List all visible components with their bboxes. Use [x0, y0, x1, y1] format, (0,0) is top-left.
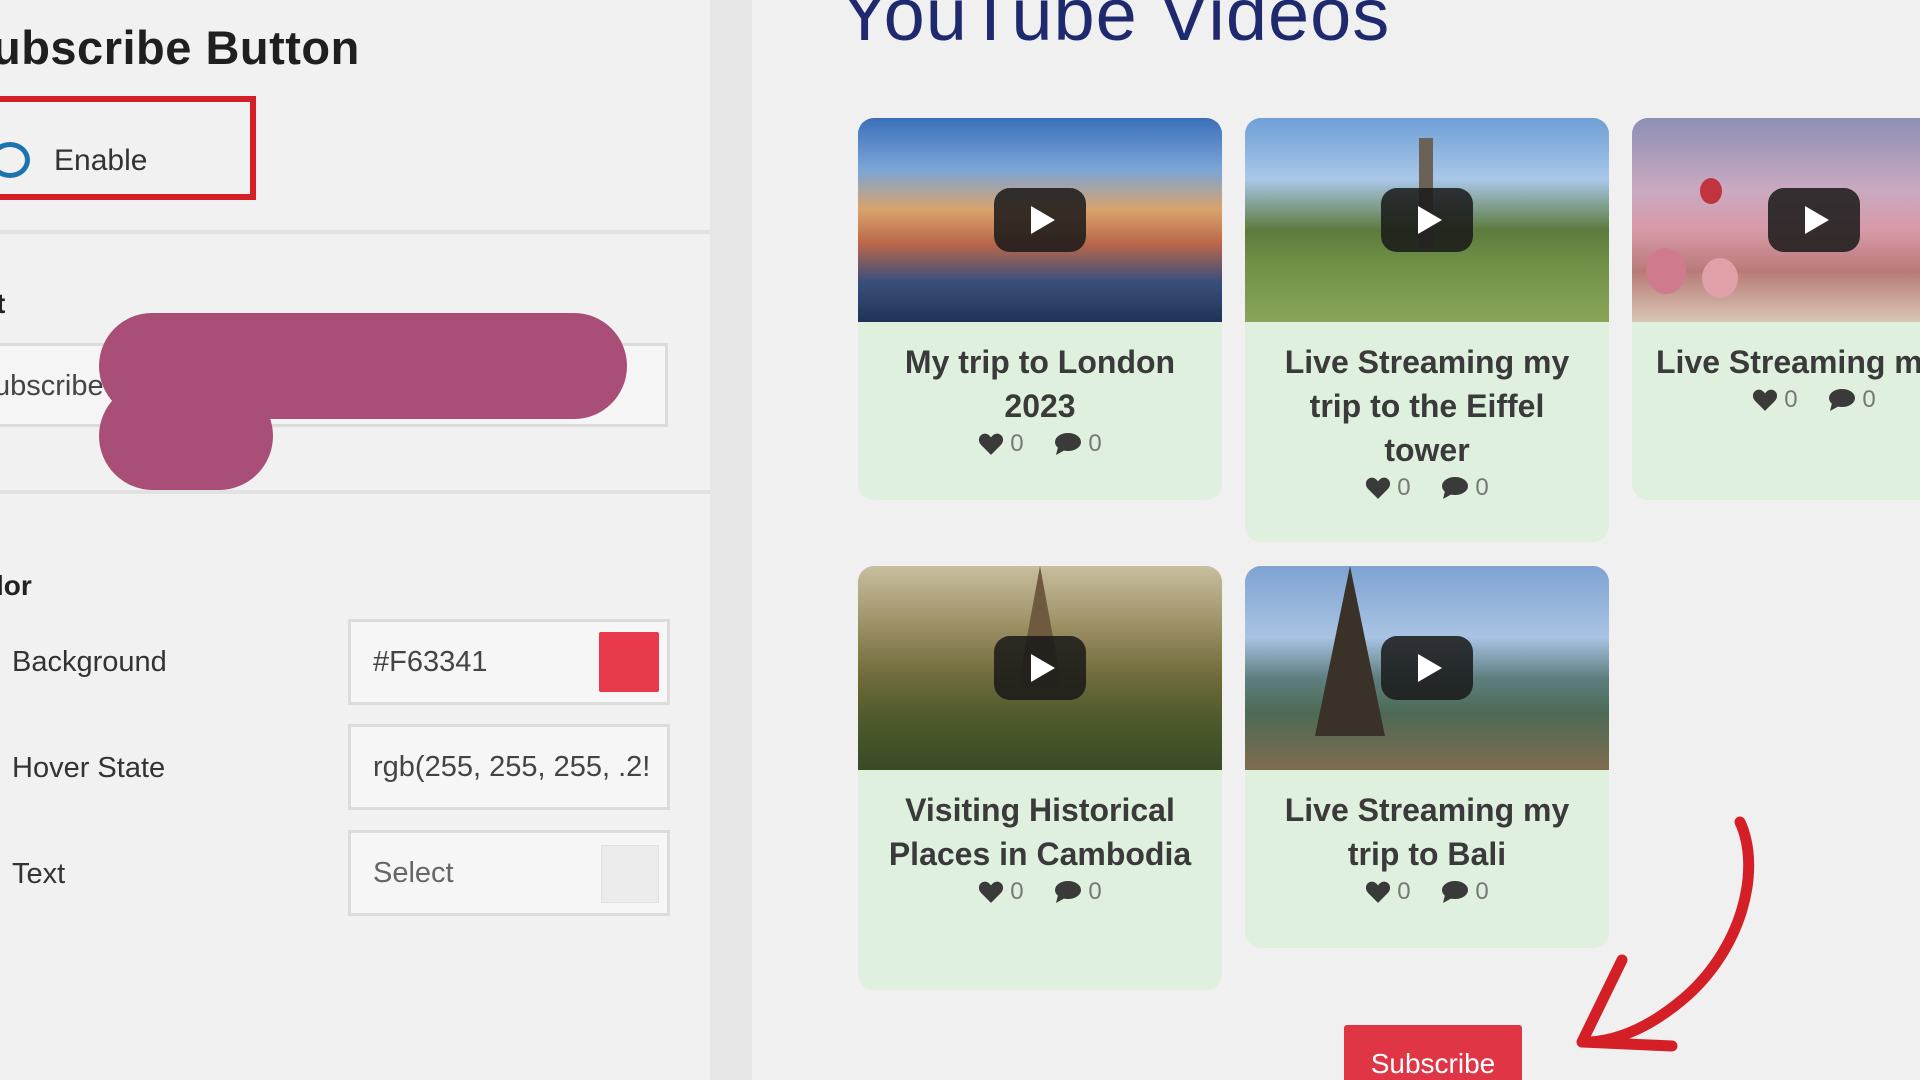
preview-area: YouTube Videos My trip to London 2023 0 …: [752, 0, 1920, 1080]
video-title[interactable]: Live Streaming my trip to the Eiffel tow…: [1245, 322, 1609, 472]
color-swatch[interactable]: [599, 632, 659, 692]
comments: 0: [1441, 474, 1489, 502]
play-icon[interactable]: [994, 188, 1086, 252]
comment-icon: [1442, 881, 1469, 903]
likes-count: 0: [1397, 878, 1411, 905]
comment-icon: [1442, 477, 1469, 499]
likes: 0: [978, 878, 1024, 906]
background-color-field[interactable]: #F63341: [348, 619, 670, 705]
comments: 0: [1441, 878, 1489, 906]
balloon-shape: [1700, 178, 1722, 204]
video-stats: 0 0: [858, 876, 1222, 911]
section-title: ubscribe Button: [0, 21, 360, 74]
video-thumbnail[interactable]: [1632, 118, 1920, 322]
comment-icon: [1055, 881, 1082, 903]
play-icon[interactable]: [1768, 188, 1860, 252]
arrow-annotation-icon: [1576, 816, 1755, 1052]
text-color-field[interactable]: Select: [348, 830, 670, 916]
heart-icon: [1753, 389, 1778, 411]
likes: 0: [1752, 386, 1798, 414]
comments-count: 0: [1088, 430, 1102, 457]
video-title[interactable]: Live Streaming my trip to Bali: [1245, 770, 1609, 876]
video-thumbnail[interactable]: [1245, 118, 1609, 322]
video-thumbnail[interactable]: [858, 566, 1222, 770]
heart-icon: [1366, 881, 1391, 903]
color-section-label: lor: [0, 570, 32, 601]
video-card[interactable]: Live Streaming my trip to Bali 0 0: [1245, 566, 1609, 948]
video-stats: 0 0: [1245, 472, 1609, 507]
pagoda-shape: [1315, 566, 1385, 736]
text-color-label: Text: [12, 858, 66, 890]
enable-label: Enable: [54, 144, 148, 177]
divider: [0, 230, 710, 234]
panel-divider: [710, 0, 752, 1080]
redaction-mark: [99, 382, 273, 490]
play-icon[interactable]: [994, 636, 1086, 700]
likes: 0: [1365, 474, 1411, 502]
video-thumbnail[interactable]: [1245, 566, 1609, 770]
comments-count: 0: [1475, 878, 1489, 905]
likes-count: 0: [1010, 430, 1024, 457]
subscribe-button[interactable]: Subscribe: [1344, 1025, 1522, 1080]
likes: 0: [978, 430, 1024, 458]
divider: [0, 490, 710, 494]
likes-count: 0: [1010, 878, 1024, 905]
preview-title: YouTube Videos: [840, 0, 1391, 56]
color-swatch[interactable]: [601, 845, 659, 903]
background-color-value: #F63341: [373, 646, 488, 678]
comments-count: 0: [1088, 878, 1102, 905]
video-card[interactable]: Live Streaming my trip to the Eiffel tow…: [1245, 118, 1609, 542]
play-icon[interactable]: [1381, 188, 1473, 252]
likes-count: 0: [1397, 474, 1411, 501]
comments: 0: [1054, 878, 1102, 906]
video-stats: 0 0: [858, 428, 1222, 463]
video-title[interactable]: My trip to London 2023: [858, 322, 1222, 428]
video-card[interactable]: Live Streaming my visit to Turke 0 0: [1632, 118, 1920, 500]
video-title[interactable]: Live Streaming my visit to Turke: [1632, 322, 1920, 384]
comments-count: 0: [1475, 474, 1489, 501]
comment-icon: [1055, 433, 1082, 455]
video-title[interactable]: Visiting Historical Places in Cambodia: [858, 770, 1222, 876]
comments: 0: [1828, 386, 1876, 414]
video-stats: 0 0: [1632, 384, 1920, 419]
comment-icon: [1829, 389, 1856, 411]
comments-count: 0: [1862, 386, 1876, 413]
text-color-value: Select: [373, 857, 454, 889]
background-label: Background: [12, 646, 167, 678]
hover-color-field[interactable]: rgb(255, 255, 255, .2!: [348, 724, 670, 810]
balloon-shape: [1702, 258, 1738, 298]
video-stats: 0 0: [1245, 876, 1609, 911]
button-text-value: ubscribe: [0, 370, 104, 402]
hover-color-value: rgb(255, 255, 255, .2!: [373, 751, 651, 783]
video-thumbnail[interactable]: [858, 118, 1222, 322]
heart-icon: [979, 881, 1004, 903]
hover-state-label: Hover State: [12, 752, 166, 784]
video-card[interactable]: My trip to London 2023 0 0: [858, 118, 1222, 500]
play-icon[interactable]: [1381, 636, 1473, 700]
text-section-label: t: [0, 288, 6, 319]
comments: 0: [1054, 430, 1102, 458]
heart-icon: [1366, 477, 1391, 499]
balloon-shape: [1646, 248, 1686, 294]
heart-icon: [979, 433, 1004, 455]
video-card[interactable]: Visiting Historical Places in Cambodia 0…: [858, 566, 1222, 990]
settings-panel: ubscribe Button Enable t ubscribe lor Ba…: [0, 0, 710, 1080]
likes-count: 0: [1784, 386, 1798, 413]
likes: 0: [1365, 878, 1411, 906]
